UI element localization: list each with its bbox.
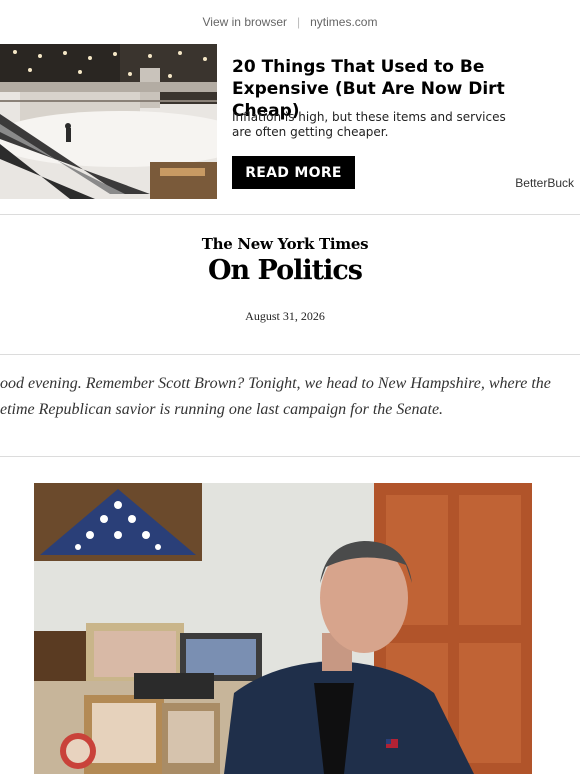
divider-masthead: [0, 354, 580, 355]
preheader-bar: View in browser | nytimes.com: [0, 0, 580, 44]
view-in-browser-link[interactable]: View in browser: [203, 15, 287, 29]
divider-intro: [0, 456, 580, 457]
intro-line-1: ood evening. Remember Scott Brown? Tonig…: [0, 375, 551, 392]
scott-brown-photo: [34, 483, 532, 774]
sponsored-ad[interactable]: 20 Things That Used to Be Expensive (But…: [0, 44, 580, 199]
intro-paragraph: ood evening. Remember Scott Brown? Tonig…: [0, 371, 580, 431]
escalator-mall-image: [0, 44, 217, 199]
ad-sponsor-label: BetterBuck: [515, 176, 574, 190]
separator: |: [297, 15, 301, 29]
ad-image[interactable]: [0, 44, 217, 199]
nyt-logo[interactable]: The New York Times: [0, 235, 570, 253]
divider-top: [0, 214, 580, 215]
newsletter-title: On Politics: [207, 255, 363, 286]
newsletter-date: August 31, 2026: [245, 309, 325, 323]
site-link[interactable]: nytimes.com: [310, 15, 377, 29]
read-more-button[interactable]: READ MORE: [232, 156, 355, 189]
ad-description: Inflation is high, but these items and s…: [232, 110, 506, 139]
article-photo[interactable]: [34, 483, 532, 774]
intro-line-2: etime Republican savior is running one l…: [0, 401, 444, 418]
